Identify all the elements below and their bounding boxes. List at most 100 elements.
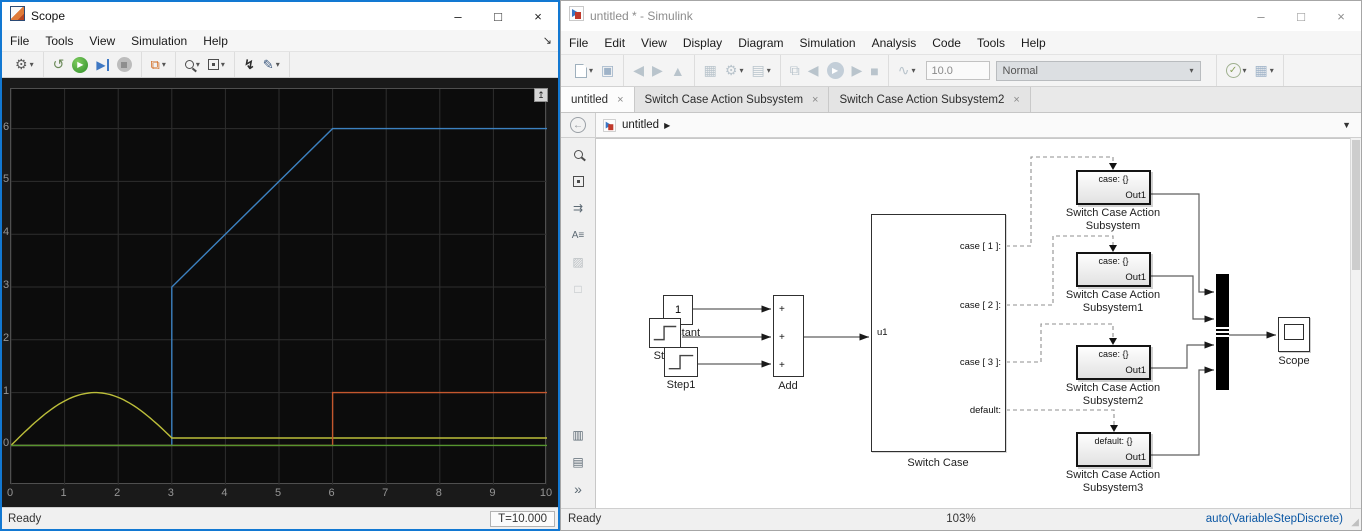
palette-zoom-button[interactable] <box>566 143 590 165</box>
menu-simulation[interactable]: Simulation <box>792 36 864 50</box>
sim-mode-select[interactable]: Normal▾ <box>996 61 1201 81</box>
scope-window: Scope – □ × File Tools View Simulation H… <box>0 0 560 531</box>
fit-view-icon <box>208 59 219 70</box>
tab-switch-case-action-subsystem[interactable]: Switch Case Action Subsystem × <box>635 87 830 112</box>
menu-diagram[interactable]: Diagram <box>730 36 791 50</box>
close-button[interactable]: × <box>1321 1 1361 31</box>
zoom-button[interactable]: ▾ <box>181 60 204 69</box>
menu-overflow-icon[interactable]: ↘ <box>543 34 552 47</box>
minimize-button[interactable]: – <box>1241 1 1281 31</box>
close-icon[interactable]: × <box>617 94 623 106</box>
switch-case-output-port: case [ 3 ]: <box>960 357 1001 368</box>
menu-code[interactable]: Code <box>924 36 969 50</box>
plot-dock-button[interactable]: ↥ <box>534 88 548 102</box>
tab-switch-case-action-subsystem2[interactable]: Switch Case Action Subsystem2 × <box>829 87 1030 112</box>
palette-more-button[interactable]: » <box>566 478 590 500</box>
palette-fit-view-button[interactable] <box>566 170 590 192</box>
breadcrumb-dropdown-icon[interactable]: ▼ <box>1342 120 1351 130</box>
close-icon[interactable]: × <box>1013 94 1019 106</box>
switch-case-action-subsystem2-block[interactable]: case: {} Out1 <box>1076 345 1151 380</box>
x-tick-label: 3 <box>168 487 174 499</box>
step1-block[interactable] <box>664 347 698 377</box>
sim-stop-time-input[interactable]: 10.0 <box>926 61 990 80</box>
tab-untitled[interactable]: untitled × <box>561 87 635 112</box>
sim-stop-button[interactable]: ■ <box>866 63 882 79</box>
mux-block[interactable] <box>1216 274 1229 390</box>
switch-case-output-port: default: <box>970 405 1001 416</box>
close-button[interactable]: × <box>518 2 558 30</box>
model-config-button[interactable]: ⚙▾ <box>721 62 748 79</box>
maximize-button[interactable]: □ <box>478 2 518 30</box>
add-label: Add <box>748 380 828 392</box>
sim-run-button[interactable]: ▶ <box>823 62 848 79</box>
menu-edit[interactable]: Edit <box>596 36 633 50</box>
breadcrumb-back-button[interactable]: ← <box>570 117 586 133</box>
resize-grip-icon: ◢ <box>1351 517 1359 528</box>
save-button[interactable]: ▣ <box>597 62 618 79</box>
menu-help[interactable]: Help <box>1013 36 1054 50</box>
palette-route-button[interactable]: ⇉ <box>566 197 590 219</box>
measurements-button[interactable]: ✎▾ <box>259 57 284 73</box>
palette-inspector-button[interactable]: ▤ <box>566 451 590 473</box>
step-forward-icon: ▶ <box>852 62 863 79</box>
stop-button[interactable] <box>113 57 136 72</box>
palette-viewmarks-button[interactable]: ▥ <box>566 424 590 446</box>
update-diagram-button[interactable]: ✓▾ <box>1222 63 1251 78</box>
model-canvas[interactable]: 1 Constant Step Step1 + + + Add <box>596 138 1351 508</box>
forward-button[interactable]: ▶ <box>648 62 667 79</box>
trigger-button[interactable]: ↯ <box>240 57 259 73</box>
menu-file[interactable]: File <box>2 34 37 48</box>
canvas-vertical-scrollbar[interactable] <box>1350 138 1361 508</box>
menu-view[interactable]: View <box>633 36 675 50</box>
back-button[interactable]: ◀ <box>629 62 648 79</box>
chevron-down-icon: ▾ <box>196 60 200 69</box>
signal-monitor-button[interactable]: ⧉ <box>786 62 804 79</box>
inspector-icon: ▤ <box>572 455 583 469</box>
switch-case-action-subsystem3-block[interactable]: default: {} Out1 <box>1076 432 1151 467</box>
up-button[interactable]: ▲ <box>667 63 689 79</box>
sim-step-forward-button[interactable]: ▶ <box>848 62 867 79</box>
switch-case-block[interactable]: u1 case [ 1 ]: case [ 2 ]: case [ 3 ]: d… <box>871 214 1006 452</box>
menu-tools[interactable]: Tools <box>37 34 81 48</box>
switch-case-action-subsystem-block[interactable]: case: {} Out1 <box>1076 170 1151 205</box>
y-tick-label: 2 <box>3 332 9 344</box>
solver-name[interactable]: auto(VariableStepDiscrete) <box>1206 513 1343 525</box>
scrollbar-thumb[interactable] <box>1352 140 1360 270</box>
subsystem-label: Switch Case Action Subsystem2 <box>1048 382 1178 408</box>
menu-view[interactable]: View <box>81 34 123 48</box>
step-block[interactable] <box>649 318 681 348</box>
palette-annotation-button[interactable]: A≡ <box>566 224 590 246</box>
switch-case-action-subsystem1-block[interactable]: case: {} Out1 <box>1076 252 1151 287</box>
palette-image-button[interactable]: ▨ <box>566 251 590 273</box>
sim-step-back-button[interactable]: ◀ <box>804 62 823 79</box>
menu-simulation[interactable]: Simulation <box>123 34 195 48</box>
add-block[interactable]: + + + <box>773 295 804 377</box>
x-tick-label: 0 <box>7 487 13 499</box>
menu-help[interactable]: Help <box>195 34 236 48</box>
new-model-button[interactable]: ▾ <box>571 64 597 78</box>
breadcrumb: untitled ▶ ▼ <box>595 113 1361 137</box>
model-explorer-button[interactable]: ▤▾ <box>747 62 774 79</box>
minimize-button[interactable]: – <box>438 2 478 30</box>
simulation-display-button[interactable]: ∿▾ <box>894 62 920 79</box>
step-back-button[interactable]: ↺ <box>49 56 69 73</box>
breadcrumb-bar: ← untitled ▶ ▼ <box>561 113 1361 138</box>
palette-area-button[interactable]: □ <box>566 278 590 300</box>
build-button[interactable]: ▦▾ <box>1251 62 1278 79</box>
close-icon[interactable]: × <box>812 94 818 106</box>
scope-block[interactable] <box>1278 317 1310 352</box>
highlight-block-button[interactable]: ⧉▾ <box>147 57 170 73</box>
maximize-button[interactable]: □ <box>1281 1 1321 31</box>
menu-display[interactable]: Display <box>675 36 730 50</box>
library-browser-button[interactable]: ▦ <box>700 62 721 79</box>
step-forward-button[interactable]: ▶ <box>92 59 112 71</box>
breadcrumb-model-name[interactable]: untitled <box>622 119 659 131</box>
run-button[interactable]: ▶ <box>68 57 92 73</box>
span-axes-button[interactable]: ▾ <box>204 59 229 70</box>
subsystem-label: Switch Case Action Subsystem3 <box>1048 469 1178 495</box>
back-icon: ◀ <box>633 62 644 79</box>
menu-analysis[interactable]: Analysis <box>864 36 925 50</box>
menu-tools[interactable]: Tools <box>969 36 1013 50</box>
scope-settings-button[interactable]: ⚙▾ <box>11 56 38 73</box>
menu-file[interactable]: File <box>561 36 596 50</box>
